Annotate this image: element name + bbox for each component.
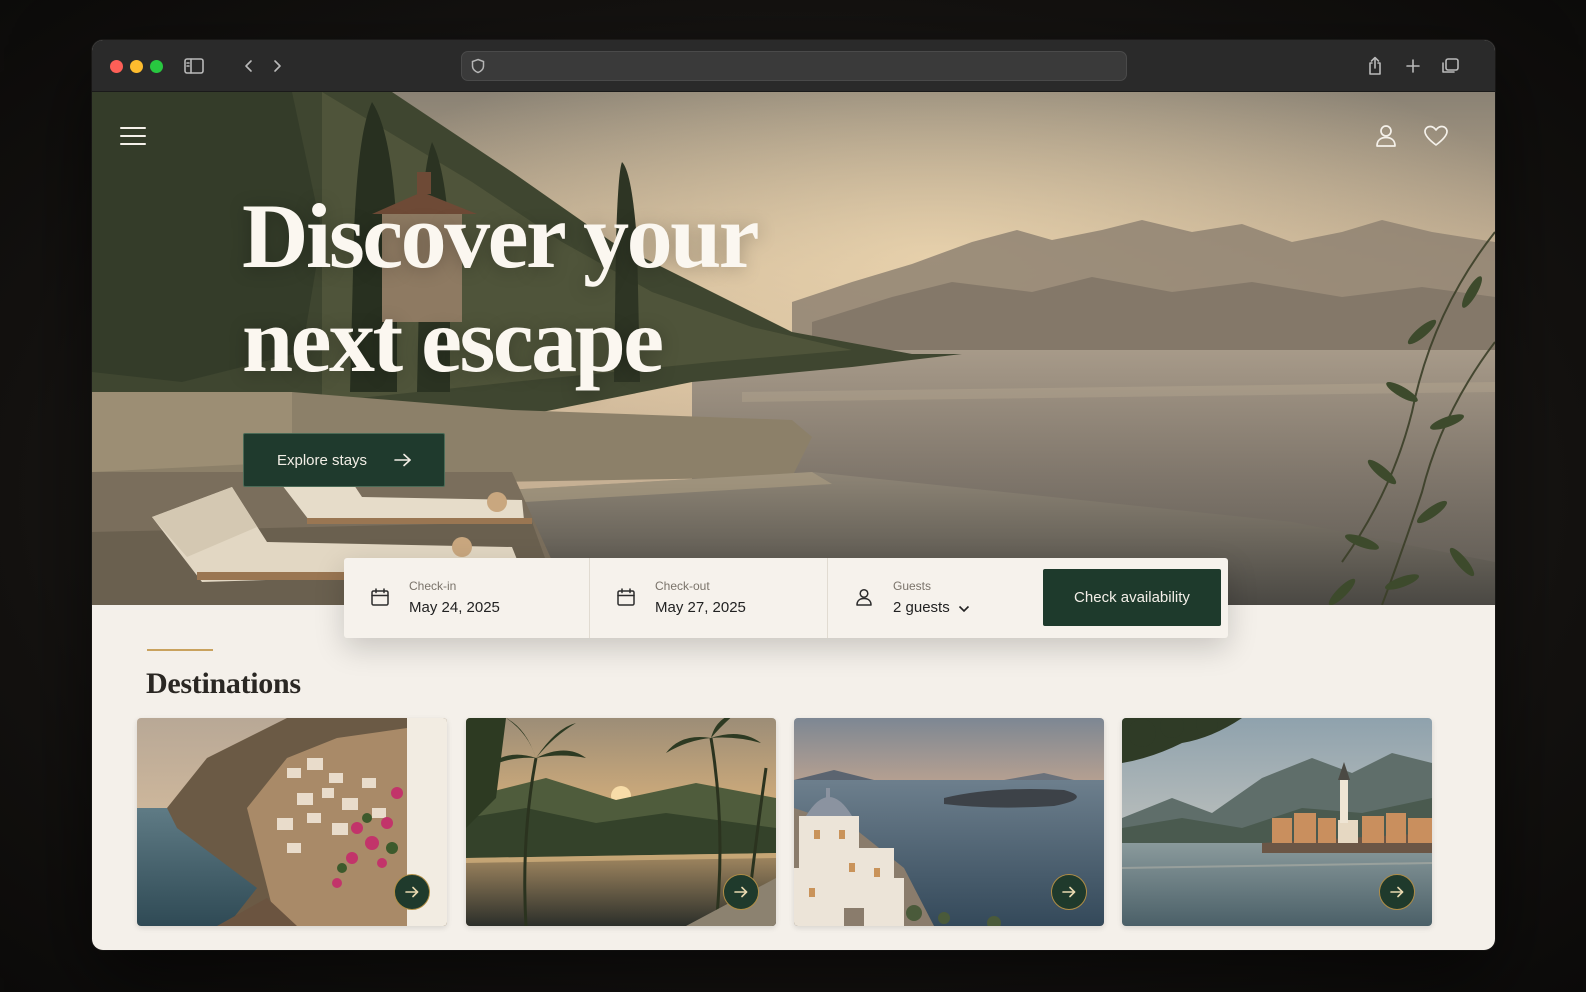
checkout-value: May 27, 2025 bbox=[655, 599, 746, 616]
browser-window: Discover your next escape Explore stays … bbox=[92, 40, 1495, 950]
close-window-button[interactable] bbox=[110, 60, 123, 73]
address-bar[interactable] bbox=[461, 51, 1127, 81]
share-icon[interactable] bbox=[1362, 53, 1388, 79]
destinations-heading: Destinations bbox=[146, 667, 301, 700]
menu-icon[interactable] bbox=[120, 126, 146, 146]
guests-count: 2 guests bbox=[893, 599, 950, 616]
back-icon[interactable] bbox=[236, 53, 262, 79]
arrow-right-icon[interactable] bbox=[394, 874, 430, 910]
hero-title-line1: Discover your bbox=[242, 185, 760, 287]
checkin-value: May 24, 2025 bbox=[409, 599, 500, 616]
check-availability-button[interactable]: Check availability bbox=[1043, 569, 1221, 626]
chevron-down-icon bbox=[958, 600, 970, 617]
shield-icon bbox=[471, 58, 485, 79]
checkout-field[interactable]: Check-out May 27, 2025 bbox=[590, 558, 828, 638]
browser-toolbar bbox=[92, 40, 1495, 92]
hero-title: Discover your next escape bbox=[242, 184, 802, 392]
person-icon bbox=[854, 587, 874, 612]
arrow-right-icon[interactable] bbox=[1051, 874, 1087, 910]
tabs-overview-icon[interactable] bbox=[1437, 53, 1463, 79]
guests-label: Guests bbox=[893, 579, 932, 593]
destination-card[interactable] bbox=[794, 718, 1104, 926]
new-tab-icon[interactable] bbox=[1400, 53, 1426, 79]
hero-title-line2: next escape bbox=[242, 289, 664, 391]
checkin-label: Check-in bbox=[409, 579, 457, 593]
account-icon[interactable] bbox=[1372, 122, 1400, 150]
calendar-icon bbox=[370, 587, 390, 612]
sidebar-icon[interactable] bbox=[181, 53, 207, 79]
zoom-window-button[interactable] bbox=[150, 60, 163, 73]
favorites-icon[interactable] bbox=[1422, 122, 1450, 150]
explore-stays-button[interactable]: Explore stays bbox=[243, 433, 445, 487]
minimize-window-button[interactable] bbox=[130, 60, 143, 73]
guests-selector[interactable]: Guests 2 guests bbox=[828, 558, 1043, 638]
checkin-field[interactable]: Check-in May 24, 2025 bbox=[344, 558, 590, 638]
guests-value: 2 guests bbox=[893, 599, 970, 617]
hero-section: Discover your next escape Explore stays bbox=[92, 92, 1495, 605]
explore-stays-label: Explore stays bbox=[277, 451, 368, 469]
destination-card[interactable] bbox=[137, 718, 447, 926]
arrow-right-icon bbox=[394, 453, 412, 471]
booking-bar: Check-in May 24, 2025 Check-out May 27, … bbox=[344, 558, 1228, 638]
checkout-label: Check-out bbox=[655, 579, 710, 593]
destination-card[interactable] bbox=[466, 718, 776, 926]
arrow-right-icon[interactable] bbox=[723, 874, 759, 910]
calendar-icon bbox=[616, 587, 636, 612]
arrow-right-icon[interactable] bbox=[1379, 874, 1415, 910]
section-accent-line bbox=[147, 649, 213, 651]
destination-card[interactable] bbox=[1122, 718, 1432, 926]
forward-icon[interactable] bbox=[264, 53, 290, 79]
